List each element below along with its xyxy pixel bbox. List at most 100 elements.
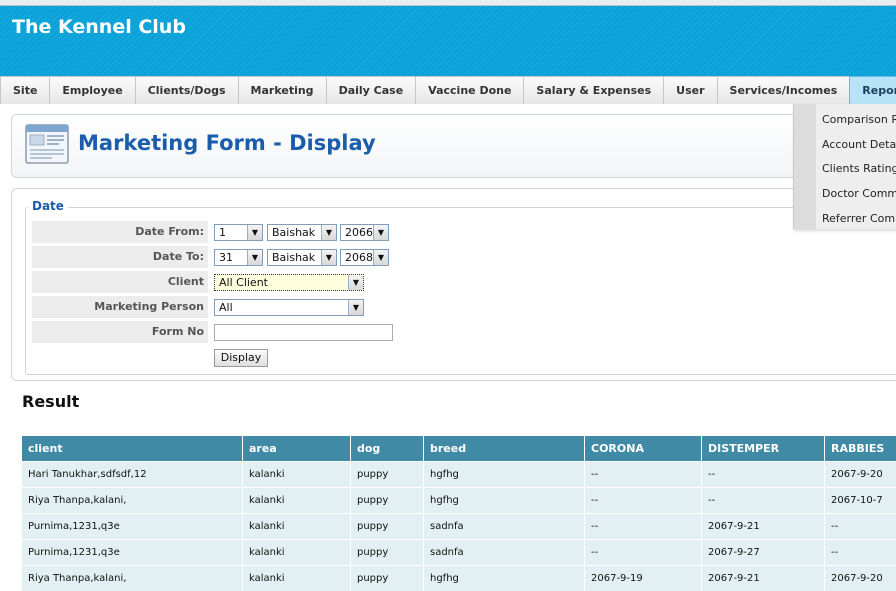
date-to-row: Date To: 31 ▼ Baishak ▼ 2068 ▼ xyxy=(32,246,892,268)
app-header: The Kennel Club xyxy=(0,6,896,76)
nav-item-salary-expenses[interactable]: Salary & Expenses xyxy=(523,76,665,104)
cell-client: Riya Thanpa,kalani, xyxy=(22,565,243,591)
column-header-rabbies[interactable]: RABBIES xyxy=(825,435,896,461)
menu-item-comparison-report[interactable]: Comparison Rep xyxy=(816,108,896,133)
cell-rabbies: 2067-9-20 xyxy=(825,565,896,591)
marketing-person-value: All xyxy=(219,301,233,314)
nav-item-clients-dogs[interactable]: Clients/Dogs xyxy=(134,76,239,104)
cell-corona: -- xyxy=(585,461,702,487)
cell-area: kalanki xyxy=(243,565,351,591)
menu-item-clients-ratings[interactable]: Clients Ratings xyxy=(816,157,896,182)
cell-area: kalanki xyxy=(243,487,351,513)
cell-dog: puppy xyxy=(351,513,424,539)
cell-breed: sadnfa xyxy=(424,513,585,539)
date-from-month-select[interactable]: Baishak ▼ xyxy=(267,224,337,241)
display-button[interactable]: Display xyxy=(214,349,268,367)
chevron-down-icon: ▼ xyxy=(247,250,262,265)
date-to-label: Date To: xyxy=(32,246,208,268)
cell-area: kalanki xyxy=(243,461,351,487)
cell-distemper: 2067-9-21 xyxy=(702,513,825,539)
marketing-person-label: Marketing Person xyxy=(32,296,208,318)
cell-area: kalanki xyxy=(243,539,351,565)
cell-distemper: 2067-9-21 xyxy=(702,565,825,591)
client-select[interactable]: All Client ▼ xyxy=(214,274,364,291)
cell-dog: puppy xyxy=(351,487,424,513)
table-row: Purnima,1231,q3e kalanki puppy sadnfa --… xyxy=(22,513,896,539)
client-row: Client All Client ▼ xyxy=(32,271,892,293)
menu-icon-strip xyxy=(794,104,816,229)
column-header-breed[interactable]: breed xyxy=(424,435,585,461)
chevron-down-icon: ▼ xyxy=(373,250,388,265)
marketing-person-row: Marketing Person All ▼ xyxy=(32,296,892,318)
form-no-input[interactable] xyxy=(214,324,393,341)
cell-rabbies: -- xyxy=(825,539,896,565)
form-window-icon xyxy=(25,124,69,164)
client-label: Client xyxy=(32,271,208,293)
date-from-year-select[interactable]: 2066 ▼ xyxy=(340,224,389,241)
cell-distemper: 2067-9-27 xyxy=(702,539,825,565)
cell-corona: 2067-9-19 xyxy=(585,565,702,591)
results-table: client area dog breed CORONA DISTEMPER R… xyxy=(22,435,896,591)
form-no-row: Form No xyxy=(32,321,892,343)
date-from-day-value: 1 xyxy=(219,226,226,239)
fieldset-legend: Date xyxy=(28,199,68,213)
nav-item-daily-case[interactable]: Daily Case xyxy=(325,76,417,104)
column-header-corona[interactable]: CORONA xyxy=(585,435,702,461)
cell-distemper: -- xyxy=(702,487,825,513)
table-row: Riya Thanpa,kalani, kalanki puppy hgfhg … xyxy=(22,565,896,591)
nav-item-services-incomes[interactable]: Services/Incomes xyxy=(716,76,851,104)
cell-area: kalanki xyxy=(243,513,351,539)
cell-breed: hgfhg xyxy=(424,487,585,513)
table-row: Riya Thanpa,kalani, kalanki puppy hgfhg … xyxy=(22,487,896,513)
marketing-person-select[interactable]: All ▼ xyxy=(214,299,364,316)
date-to-month-select[interactable]: Baishak ▼ xyxy=(267,249,337,266)
chevron-down-icon: ▼ xyxy=(348,275,363,290)
chevron-down-icon: ▼ xyxy=(321,225,336,240)
column-header-client[interactable]: client xyxy=(22,435,243,461)
menu-item-account-detail[interactable]: Account Detail xyxy=(816,133,896,158)
cell-distemper: -- xyxy=(702,461,825,487)
page-title: Marketing Form - Display xyxy=(78,131,376,155)
cell-corona: -- xyxy=(585,539,702,565)
form-no-label: Form No xyxy=(32,321,208,343)
nav-item-user[interactable]: User xyxy=(663,76,718,104)
table-row: Hari Tanukhar,sdfsdf,12 kalanki puppy hg… xyxy=(22,461,896,487)
cell-breed: hgfhg xyxy=(424,461,585,487)
date-to-day-value: 31 xyxy=(219,251,233,264)
column-header-area[interactable]: area xyxy=(243,435,351,461)
date-to-month-value: Baishak xyxy=(272,251,316,264)
nav-item-marketing[interactable]: Marketing xyxy=(237,76,327,104)
nav-item-vaccine-done[interactable]: Vaccine Done xyxy=(415,76,525,104)
nav-item-site[interactable]: Site xyxy=(0,76,51,104)
date-from-label: Date From: xyxy=(32,221,208,243)
date-from-month-value: Baishak xyxy=(272,226,316,239)
app-title: The Kennel Club xyxy=(12,16,186,38)
cell-client: Purnima,1231,q3e xyxy=(22,539,243,565)
page-title-panel: Marketing Form - Display xyxy=(11,114,896,178)
nav-item-employee[interactable]: Employee xyxy=(49,76,136,104)
cell-rabbies: 2067-10-7 xyxy=(825,487,896,513)
date-from-day-select[interactable]: 1 ▼ xyxy=(214,224,263,241)
date-from-row: Date From: 1 ▼ Baishak ▼ 2066 ▼ xyxy=(32,221,892,243)
cell-dog: puppy xyxy=(351,539,424,565)
date-from-year-value: 2066 xyxy=(345,226,373,239)
nav-item-reports[interactable]: Reports xyxy=(849,76,896,104)
date-to-year-select[interactable]: 2068 ▼ xyxy=(340,249,389,266)
date-to-day-select[interactable]: 31 ▼ xyxy=(214,249,263,266)
column-header-dog[interactable]: dog xyxy=(351,435,424,461)
reports-dropdown-menu: Comparison Rep Account Detail Clients Ra… xyxy=(793,104,896,229)
chevron-down-icon: ▼ xyxy=(348,300,363,315)
chevron-down-icon: ▼ xyxy=(321,250,336,265)
chevron-down-icon: ▼ xyxy=(247,225,262,240)
menu-item-doctor-commission[interactable]: Doctor Commissi xyxy=(816,182,896,207)
cell-client: Hari Tanukhar,sdfsdf,12 xyxy=(22,461,243,487)
cell-dog: puppy xyxy=(351,565,424,591)
main-nav: Site Employee Clients/Dogs Marketing Dai… xyxy=(0,76,896,104)
date-to-year-value: 2068 xyxy=(345,251,373,264)
cell-rabbies: -- xyxy=(825,513,896,539)
table-header-row: client area dog breed CORONA DISTEMPER R… xyxy=(22,435,896,461)
cell-corona: -- xyxy=(585,487,702,513)
menu-item-referrer-commission[interactable]: Referrer Commi xyxy=(816,207,896,229)
column-header-distemper[interactable]: DISTEMPER xyxy=(702,435,825,461)
cell-breed: sadnfa xyxy=(424,539,585,565)
